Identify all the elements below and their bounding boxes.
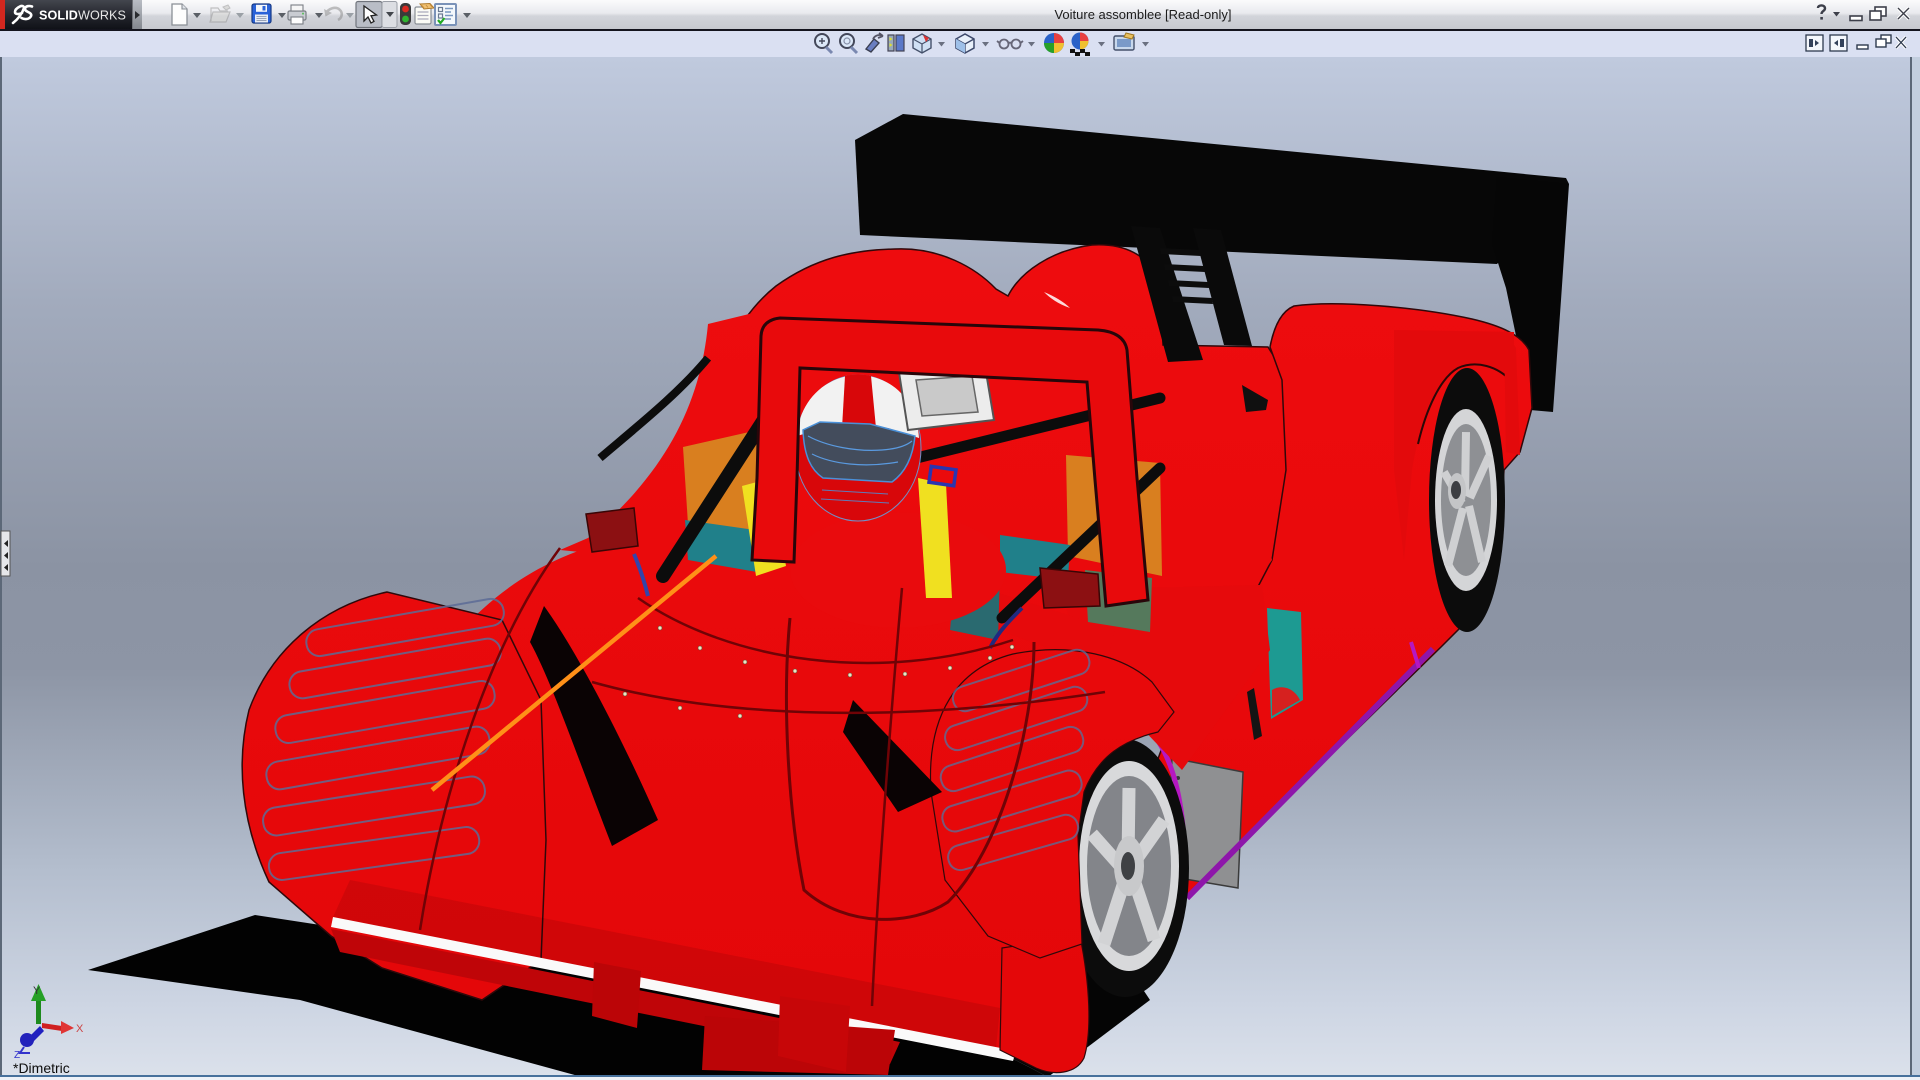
svg-text:X: X <box>76 1023 84 1035</box>
svg-text:Y: Y <box>33 985 41 997</box>
svg-text:*Dimetric: *Dimetric <box>13 1060 70 1076</box>
svg-text:SOLIDWORKS: SOLIDWORKS <box>39 9 126 23</box>
